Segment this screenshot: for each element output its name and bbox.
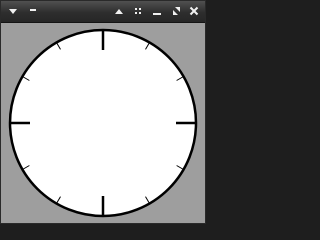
maximize-icon [173, 7, 180, 15]
keep-above-button[interactable] [112, 3, 126, 19]
minimize-button[interactable] [150, 3, 164, 19]
triangle-down-icon [9, 9, 17, 14]
close-icon [189, 6, 199, 16]
clock-area [2, 24, 204, 223]
maximize-button[interactable] [169, 3, 183, 19]
window-menu-button[interactable] [6, 3, 20, 19]
close-button[interactable] [187, 3, 201, 19]
minimize-icon [153, 13, 161, 15]
triangle-up-icon [115, 9, 123, 14]
clock-dial [8, 28, 198, 218]
clock-face [8, 28, 198, 218]
shade-button[interactable] [27, 3, 39, 19]
clock-window [0, 0, 206, 224]
four-dots-icon [135, 8, 141, 14]
on-all-desktops-button[interactable] [131, 3, 145, 19]
dash-icon [30, 9, 36, 11]
title-bar[interactable] [1, 1, 205, 23]
